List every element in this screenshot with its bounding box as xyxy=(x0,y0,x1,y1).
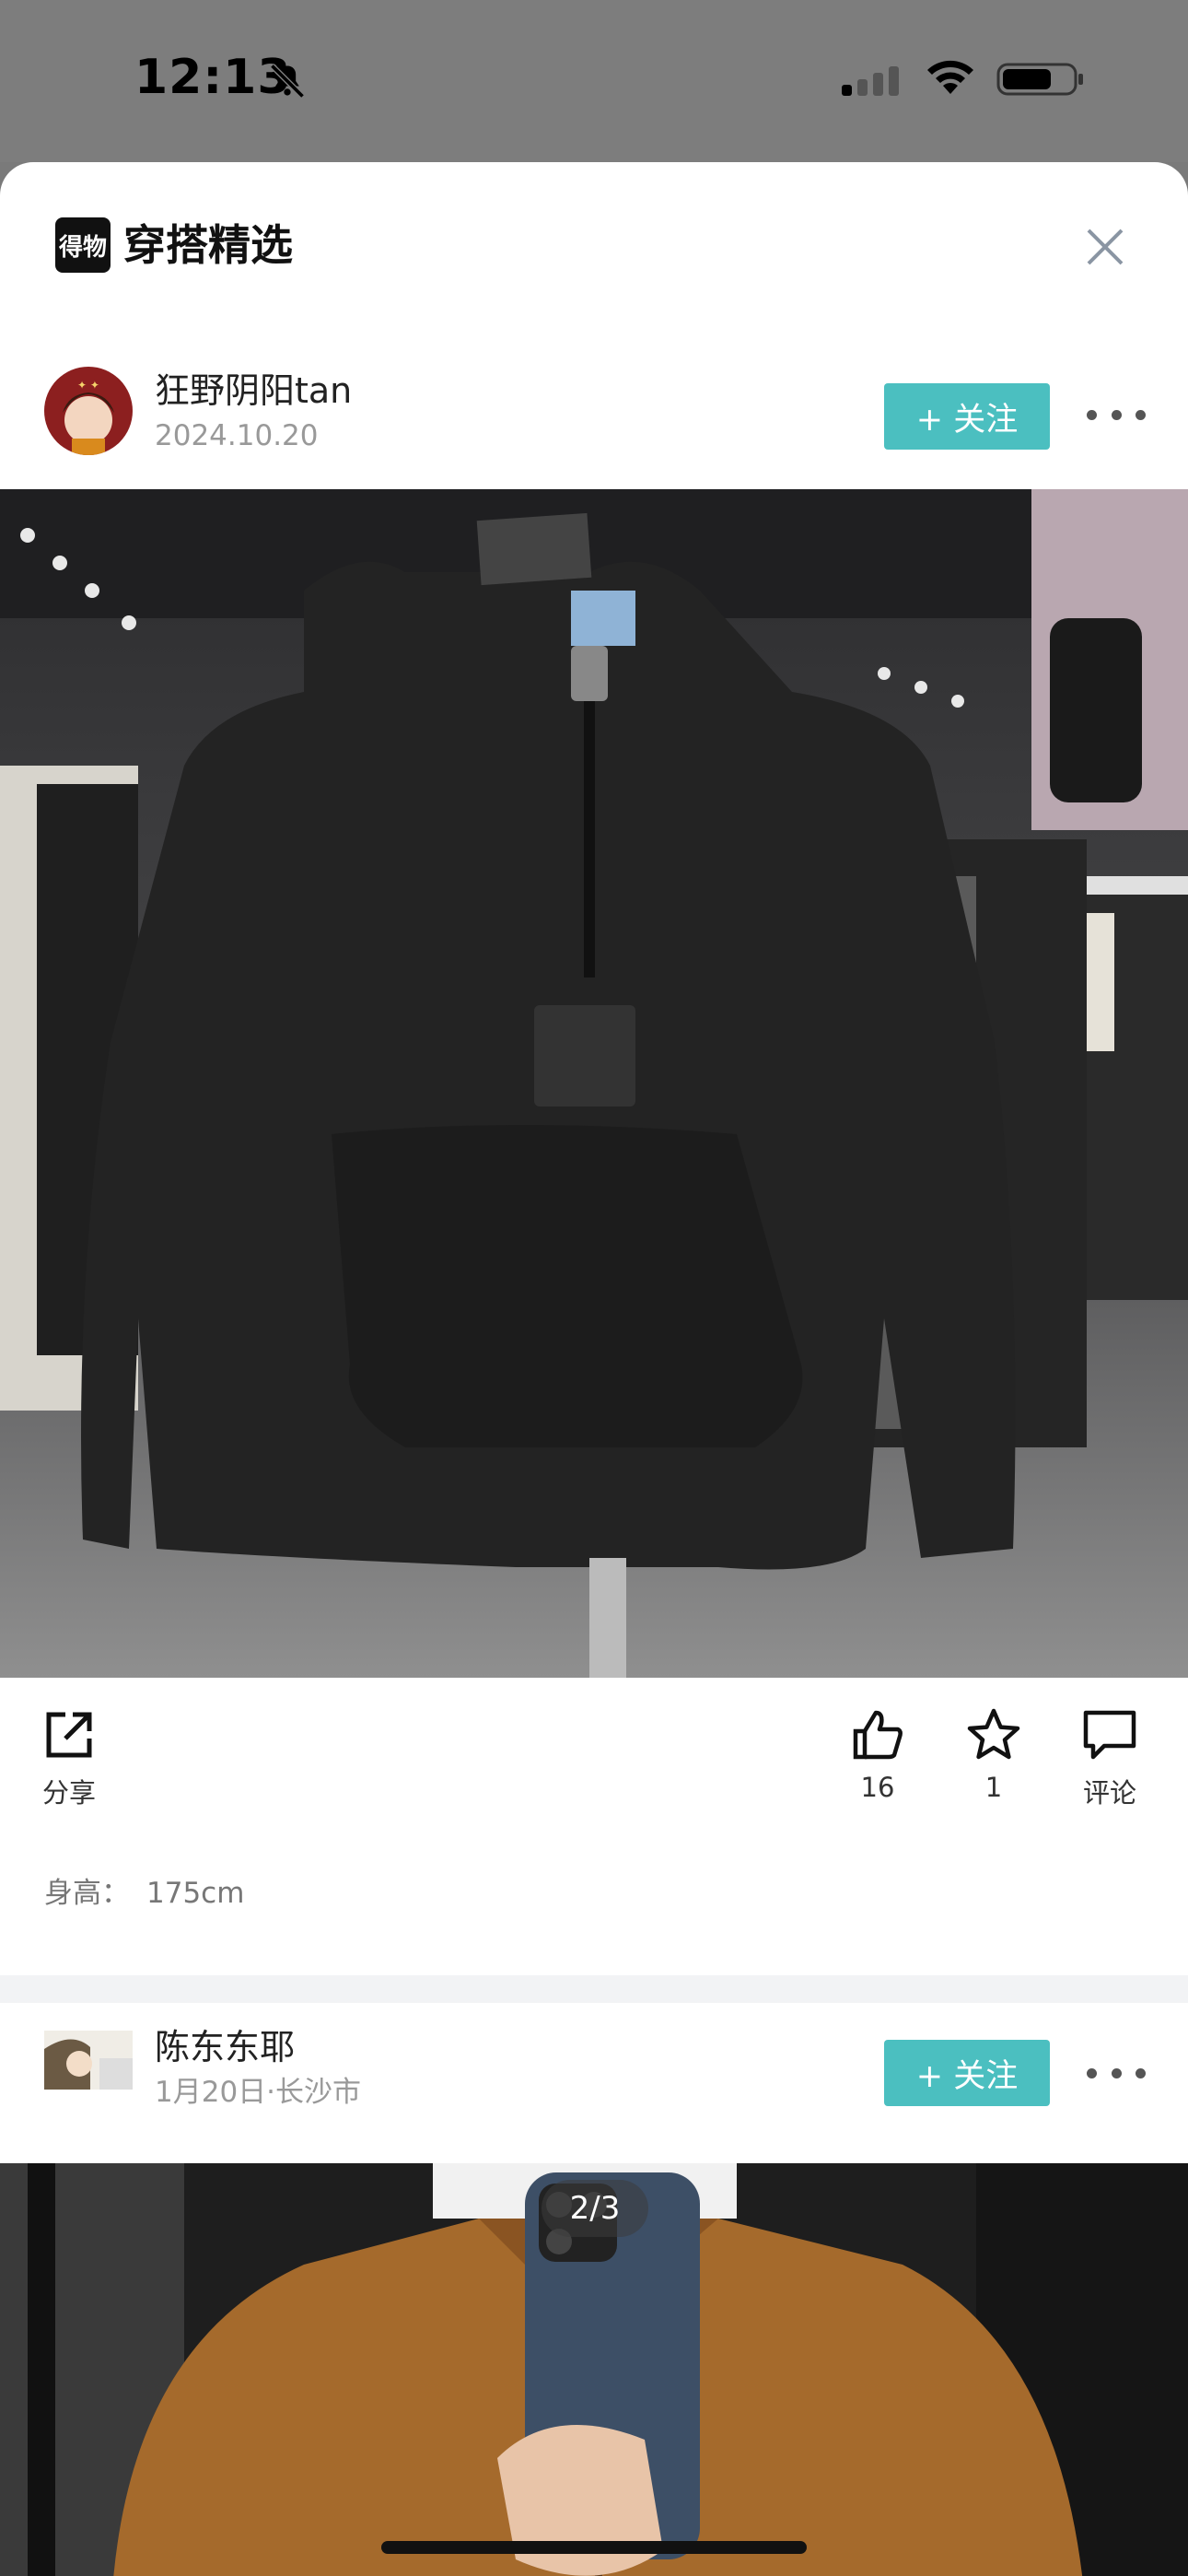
status-bar: 12:13 xyxy=(0,0,1188,162)
follow-button[interactable]: + 关注 xyxy=(884,383,1050,450)
post-location-date: 1月20日·长沙市 xyxy=(155,2076,362,2109)
avatar[interactable]: ✦ ✦ xyxy=(44,367,133,455)
close-icon[interactable] xyxy=(1083,225,1127,269)
sheet-header: 得物 穿搭精选 xyxy=(0,162,1188,334)
comment-icon xyxy=(1083,1710,1136,1760)
like-count: 16 xyxy=(860,1772,895,1803)
comment-button[interactable]: 评论 xyxy=(1077,1707,1142,1810)
post-photo[interactable] xyxy=(0,489,1188,1678)
height-value: 175cm xyxy=(146,1877,245,1910)
avatar[interactable] xyxy=(44,2031,133,2090)
favorite-button[interactable]: 1 xyxy=(961,1707,1026,1803)
star-icon xyxy=(967,1708,1020,1760)
favorite-count: 1 xyxy=(984,1772,1003,1803)
app-logo: 得物 xyxy=(55,217,111,273)
like-button[interactable]: 16 xyxy=(845,1707,910,1803)
share-label: 分享 xyxy=(41,1777,96,1809)
battery-icon xyxy=(996,63,1083,96)
post-date: 2024.10.20 xyxy=(155,419,319,452)
thumbs-up-icon xyxy=(853,1710,903,1760)
height-label: 身高： xyxy=(44,1877,130,1910)
share-button[interactable]: 分享 xyxy=(37,1707,101,1810)
bell-muted-icon xyxy=(270,64,305,99)
signal-icon xyxy=(842,66,899,96)
page-title: 穿搭精选 xyxy=(123,220,293,270)
comment-label: 评论 xyxy=(1082,1777,1136,1809)
share-icon xyxy=(46,1712,92,1758)
more-icon[interactable] xyxy=(1087,405,1146,424)
post-username[interactable]: 狂野阴阳tan xyxy=(155,369,352,413)
post-header: ✦ ✦ 狂野阴阳tan 2024.10.20 + 关注 xyxy=(0,334,1188,481)
svg-text:✦ ✦: ✦ ✦ xyxy=(77,379,99,392)
follow-button[interactable]: + 关注 xyxy=(884,2040,1050,2106)
image-pager: 2/3 xyxy=(542,2180,648,2237)
post-divider xyxy=(0,1975,1188,2003)
home-indicator[interactable] xyxy=(381,2541,807,2554)
height-info: 身高： 175cm xyxy=(44,1869,244,1911)
feed-sheet: 得物 穿搭精选 ✦ ✦ 狂野阴阳tan 2024.10.20 + 关注 分享 1… xyxy=(0,162,1188,2576)
post-username[interactable]: 陈东东耶 xyxy=(155,2025,295,2069)
more-icon[interactable] xyxy=(1087,2064,1146,2082)
wifi-icon xyxy=(927,60,973,94)
post-header: 陈东东耶 1月20日·长沙市 + 关注 xyxy=(0,2003,1188,2150)
post-action-bar: 分享 16 1 评论 xyxy=(0,1678,1188,1862)
